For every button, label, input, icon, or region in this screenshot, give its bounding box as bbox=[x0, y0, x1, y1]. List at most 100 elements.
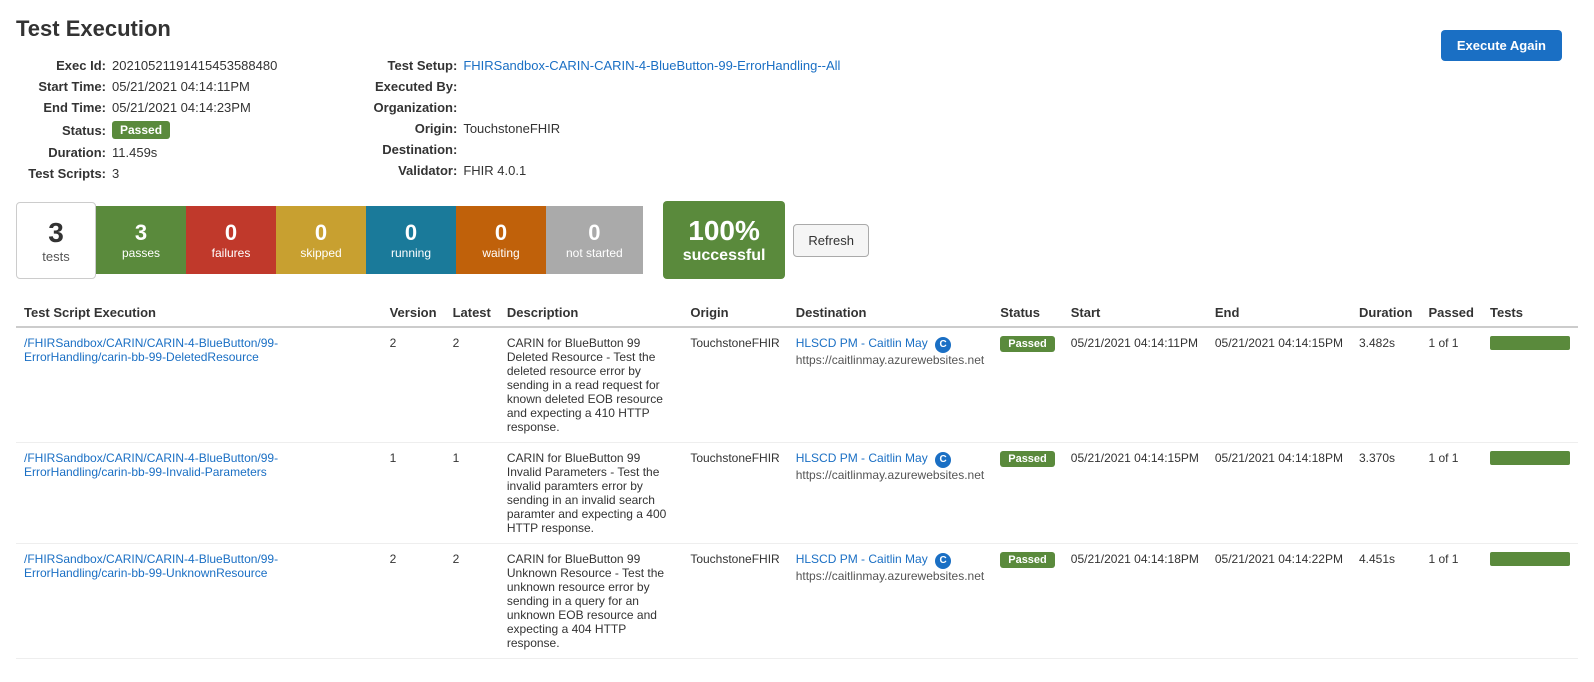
destination-label: Destination: bbox=[337, 142, 457, 157]
page-title: Test Execution bbox=[16, 16, 1578, 42]
test-scripts-label: Test Scripts: bbox=[16, 166, 106, 181]
cell-description-2: CARIN for BlueButton 99 Unknown Resource… bbox=[499, 544, 682, 659]
start-time-value: 05/21/2021 04:14:11PM bbox=[112, 79, 250, 94]
refresh-button[interactable]: Refresh bbox=[793, 224, 869, 257]
destination-link-1[interactable]: HLSCD PM - Caitlin May C bbox=[796, 451, 985, 468]
cell-start-1: 05/21/2021 04:14:15PM bbox=[1063, 443, 1207, 544]
failures-num: 0 bbox=[206, 220, 256, 246]
status-badge-2: Passed bbox=[1000, 552, 1055, 568]
not-started-num: 0 bbox=[566, 220, 623, 246]
cell-latest-1: 1 bbox=[445, 443, 499, 544]
validator-value: FHIR 4.0.1 bbox=[463, 163, 526, 178]
col-header-start: Start bbox=[1063, 299, 1207, 327]
cell-tests-0 bbox=[1482, 327, 1578, 443]
cell-status-1: Passed bbox=[992, 443, 1063, 544]
duration-label: Duration: bbox=[16, 145, 106, 160]
progress-bar-wrap-1 bbox=[1490, 451, 1570, 465]
failures-box: 0 failures bbox=[186, 206, 276, 274]
status-badge: Passed bbox=[112, 121, 170, 139]
end-time-label: End Time: bbox=[16, 100, 106, 115]
cell-latest-2: 2 bbox=[445, 544, 499, 659]
cell-version-0: 2 bbox=[382, 327, 445, 443]
destination-link-0[interactable]: HLSCD PM - Caitlin May C bbox=[796, 336, 985, 353]
success-box: 100% successful bbox=[663, 201, 786, 279]
status-badge-0: Passed bbox=[1000, 336, 1055, 352]
test-setup-link[interactable]: FHIRSandbox-CARIN-CARIN-4-BlueButton-99-… bbox=[463, 58, 840, 73]
cell-passed-2: 1 of 1 bbox=[1420, 544, 1482, 659]
cell-script-1: /FHIRSandbox/CARIN/CARIN-4-BlueButton/99… bbox=[16, 443, 382, 544]
total-tests-label: tests bbox=[37, 249, 75, 264]
origin-label: Origin: bbox=[337, 121, 457, 136]
cell-passed-0: 1 of 1 bbox=[1420, 327, 1482, 443]
waiting-box: 0 waiting bbox=[456, 206, 546, 274]
total-tests-num: 3 bbox=[37, 217, 75, 249]
progress-bar-fill-0 bbox=[1490, 336, 1570, 350]
duration-value: 11.459s bbox=[112, 145, 157, 160]
destination-link-2[interactable]: HLSCD PM - Caitlin May C bbox=[796, 552, 985, 569]
cell-end-1: 05/21/2021 04:14:18PM bbox=[1207, 443, 1351, 544]
cell-duration-2: 4.451s bbox=[1351, 544, 1420, 659]
cell-destination-1: HLSCD PM - Caitlin May C https://caitlin… bbox=[788, 443, 993, 544]
test-execution-table: Test Script Execution Version Latest Des… bbox=[16, 299, 1578, 659]
col-header-script: Test Script Execution bbox=[16, 299, 382, 327]
col-header-latest: Latest bbox=[445, 299, 499, 327]
script-link-1[interactable]: /FHIRSandbox/CARIN/CARIN-4-BlueButton/99… bbox=[24, 451, 374, 479]
end-time-value: 05/21/2021 04:14:23PM bbox=[112, 100, 251, 115]
cell-origin-0: TouchstoneFHIR bbox=[682, 327, 787, 443]
progress-bar-fill-2 bbox=[1490, 552, 1570, 566]
cell-start-2: 05/21/2021 04:14:18PM bbox=[1063, 544, 1207, 659]
col-header-version: Version bbox=[382, 299, 445, 327]
progress-bar-wrap-2 bbox=[1490, 552, 1570, 566]
not-started-label: not started bbox=[566, 246, 623, 260]
success-pct: 100% bbox=[683, 215, 766, 247]
cell-tests-2 bbox=[1482, 544, 1578, 659]
col-header-status: Status bbox=[992, 299, 1063, 327]
progress-bar-wrap-0 bbox=[1490, 336, 1570, 350]
col-header-origin: Origin bbox=[682, 299, 787, 327]
cell-tests-1 bbox=[1482, 443, 1578, 544]
validator-label: Validator: bbox=[337, 163, 457, 178]
status-badge-1: Passed bbox=[1000, 451, 1055, 467]
col-header-end: End bbox=[1207, 299, 1351, 327]
cell-end-2: 05/21/2021 04:14:22PM bbox=[1207, 544, 1351, 659]
origin-value: TouchstoneFHIR bbox=[463, 121, 560, 136]
cell-version-1: 1 bbox=[382, 443, 445, 544]
exec-id-label: Exec Id: bbox=[16, 58, 106, 73]
col-header-duration: Duration bbox=[1351, 299, 1420, 327]
cell-description-1: CARIN for BlueButton 99 Invalid Paramete… bbox=[499, 443, 682, 544]
cell-latest-0: 2 bbox=[445, 327, 499, 443]
status-label: Status: bbox=[16, 123, 106, 138]
organization-label: Organization: bbox=[337, 100, 457, 115]
script-link-0[interactable]: /FHIRSandbox/CARIN/CARIN-4-BlueButton/99… bbox=[24, 336, 374, 364]
failures-label: failures bbox=[206, 246, 256, 260]
cell-status-2: Passed bbox=[992, 544, 1063, 659]
cell-origin-1: TouchstoneFHIR bbox=[682, 443, 787, 544]
cell-script-0: /FHIRSandbox/CARIN/CARIN-4-BlueButton/99… bbox=[16, 327, 382, 443]
cell-script-2: /FHIRSandbox/CARIN/CARIN-4-BlueButton/99… bbox=[16, 544, 382, 659]
total-tests-box: 3 tests bbox=[16, 202, 96, 279]
table-row: /FHIRSandbox/CARIN/CARIN-4-BlueButton/99… bbox=[16, 443, 1578, 544]
skipped-num: 0 bbox=[296, 220, 346, 246]
success-label: successful bbox=[683, 247, 766, 265]
cell-duration-1: 3.370s bbox=[1351, 443, 1420, 544]
waiting-label: waiting bbox=[476, 246, 526, 260]
col-header-passed: Passed bbox=[1420, 299, 1482, 327]
not-started-box: 0 not started bbox=[546, 206, 643, 274]
running-label: running bbox=[386, 246, 436, 260]
destination-url-0: https://caitlinmay.azurewebsites.net bbox=[796, 353, 985, 367]
table-row: /FHIRSandbox/CARIN/CARIN-4-BlueButton/99… bbox=[16, 544, 1578, 659]
test-setup-label: Test Setup: bbox=[337, 58, 457, 73]
skipped-box: 0 skipped bbox=[276, 206, 366, 274]
execute-again-button[interactable]: Execute Again bbox=[1441, 30, 1562, 61]
test-scripts-value: 3 bbox=[112, 166, 119, 181]
destination-url-1: https://caitlinmay.azurewebsites.net bbox=[796, 468, 985, 482]
start-time-label: Start Time: bbox=[16, 79, 106, 94]
cell-destination-2: HLSCD PM - Caitlin May C https://caitlin… bbox=[788, 544, 993, 659]
waiting-num: 0 bbox=[476, 220, 526, 246]
exec-id-value: 20210521191415453588480 bbox=[112, 58, 277, 73]
script-link-2[interactable]: /FHIRSandbox/CARIN/CARIN-4-BlueButton/99… bbox=[24, 552, 374, 580]
cell-destination-0: HLSCD PM - Caitlin May C https://caitlin… bbox=[788, 327, 993, 443]
cell-status-0: Passed bbox=[992, 327, 1063, 443]
cell-origin-2: TouchstoneFHIR bbox=[682, 544, 787, 659]
passes-num: 3 bbox=[116, 220, 166, 246]
